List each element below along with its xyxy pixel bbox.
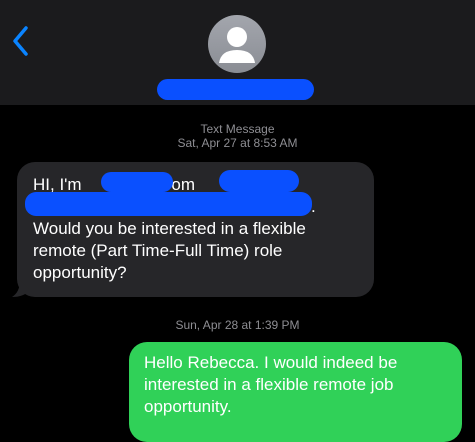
chevron-left-icon[interactable] bbox=[10, 24, 34, 58]
thread-timestamp-1: Text Message Sat, Apr 27 at 8:53 AM bbox=[0, 122, 475, 150]
message-line: opportunity. bbox=[144, 397, 232, 416]
contact-avatar[interactable] bbox=[208, 15, 266, 73]
message-line: Hello Rebecca. I would indeed be bbox=[144, 353, 398, 372]
outgoing-message-text: Hello Rebecca. I would indeed be interes… bbox=[144, 352, 454, 418]
outgoing-message-bubble[interactable]: Hello Rebecca. I would indeed be interes… bbox=[129, 342, 462, 442]
incoming-message-text: HI, I'm from . Would you be interested i… bbox=[33, 174, 373, 284]
service-label: Text Message bbox=[200, 122, 275, 136]
line-two-redaction bbox=[25, 192, 312, 216]
message-line: interested in a flexible remote job bbox=[144, 375, 394, 394]
message-line: remote (Part Time-Full Time) role bbox=[33, 241, 283, 260]
incoming-bubble-tail bbox=[12, 280, 30, 297]
thread-timestamp-2: Sun, Apr 28 at 1:39 PM bbox=[175, 318, 300, 332]
conversation-header bbox=[0, 0, 475, 105]
contact-name-redaction[interactable] bbox=[157, 79, 314, 100]
person-silhouette-icon bbox=[219, 27, 255, 63]
message-line: Would you be interested in a flexible bbox=[33, 219, 306, 238]
incoming-message-bubble[interactable]: HI, I'm from . Would you be interested i… bbox=[17, 162, 374, 297]
message-line: opportunity? bbox=[33, 263, 127, 282]
timestamp-text: Sat, Apr 27 at 8:53 AM bbox=[177, 136, 298, 150]
company-name-redaction bbox=[219, 170, 299, 192]
sender-name-redaction bbox=[101, 172, 173, 192]
